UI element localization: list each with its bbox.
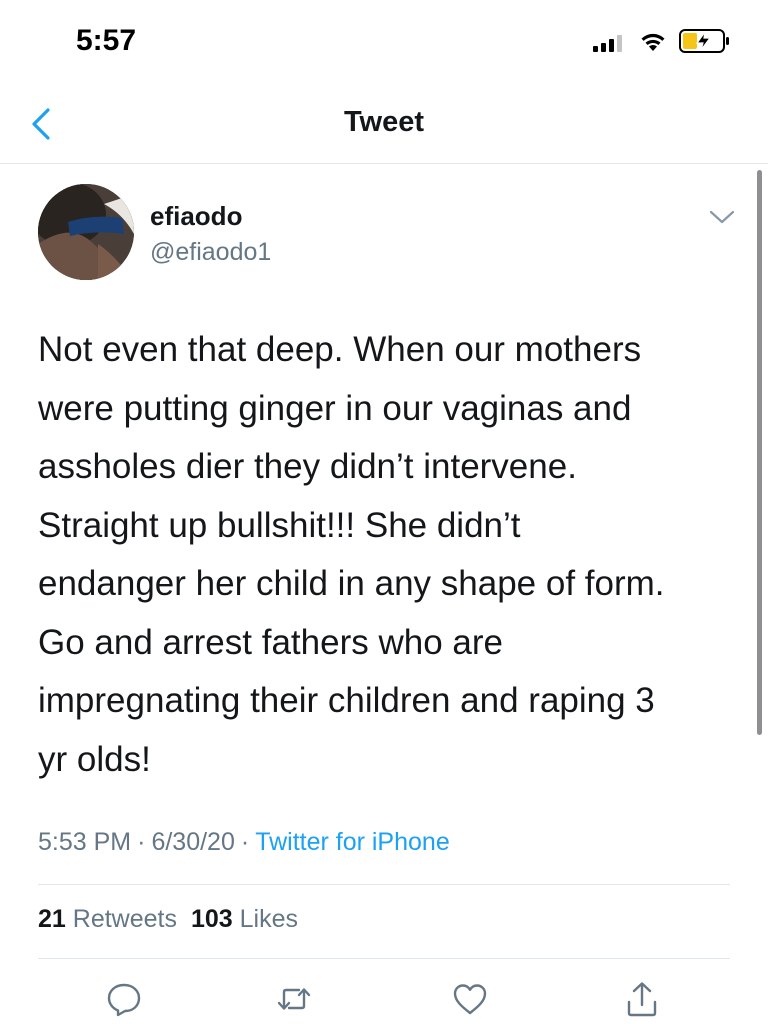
- author-display-name[interactable]: efiaodo: [150, 201, 242, 232]
- retweet-icon: [277, 988, 311, 1010]
- tweet-text-line: Straight up bullshit!!! She didn’t: [38, 505, 521, 545]
- tweet-detail-screen: 5:57 Tweet efiaodo @efiaodo1 Not even th…: [0, 0, 768, 1024]
- avatar-photo: [38, 184, 134, 280]
- tweet-text-line: Go and arrest fathers who are: [38, 622, 503, 662]
- divider: [38, 884, 730, 885]
- tweet-stats: 21 Retweets 103 Likes: [38, 905, 298, 934]
- nav-bar: Tweet: [0, 90, 768, 164]
- wifi-icon: [641, 33, 665, 51]
- divider: [38, 958, 730, 959]
- tweet-text-line: assholes dier they didn’t intervene.: [38, 447, 577, 486]
- share-button[interactable]: [623, 980, 661, 1018]
- tweet-time: 5:53 PM: [38, 828, 132, 856]
- retweets-count: 21: [38, 905, 66, 933]
- likes-label: Likes: [239, 905, 299, 933]
- share-icon: [627, 982, 657, 1017]
- scroll-indicator: [757, 170, 762, 735]
- battery-charging-icon: [679, 29, 729, 53]
- tweet-source-link[interactable]: Twitter for iPhone: [255, 828, 450, 856]
- signal-icon: [593, 35, 622, 52]
- reply-button[interactable]: [105, 980, 143, 1018]
- like-icon: [453, 984, 487, 1015]
- status-time: 5:57: [76, 24, 137, 57]
- meta-separator: ·: [137, 828, 146, 856]
- page-title: Tweet: [343, 106, 425, 138]
- chevron-down-icon[interactable]: [707, 206, 737, 228]
- tweet-text-line: yr olds!: [38, 739, 151, 779]
- tweet-text-line: were putting ginger in our vaginas and: [38, 388, 632, 428]
- retweets-label: Retweets: [72, 905, 177, 933]
- tweet-date: 6/30/20: [151, 828, 235, 856]
- author-handle[interactable]: @efiaodo1: [150, 238, 271, 267]
- tweet-text-line: endanger her child in any shape of form.: [38, 564, 665, 603]
- reply-icon: [107, 983, 141, 1017]
- status-bar: 5:57: [0, 0, 768, 90]
- likes-stat[interactable]: 103 Likes: [191, 905, 298, 933]
- meta-separator: ·: [240, 828, 250, 856]
- tweet-text: Not even that deep. When our mothers wer…: [38, 321, 738, 789]
- tweet-text-line: impregnating their children and raping 3: [38, 681, 655, 720]
- retweet-button[interactable]: [275, 980, 313, 1018]
- likes-count: 103: [190, 905, 233, 933]
- tweet-meta: 5:53 PM · 6/30/20 · Twitter for iPhone: [38, 828, 450, 857]
- tweet-text-line: Not even that deep. When our mothers: [38, 330, 642, 369]
- retweets-stat[interactable]: 21 Retweets: [38, 905, 177, 933]
- avatar[interactable]: [38, 184, 134, 280]
- like-button[interactable]: [451, 980, 489, 1018]
